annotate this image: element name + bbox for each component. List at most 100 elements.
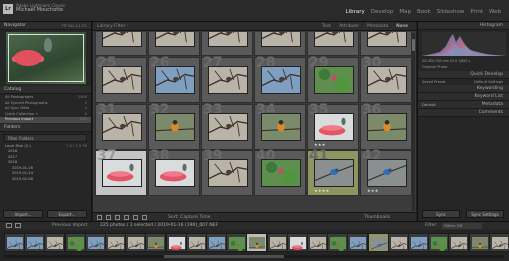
filmstrip-thumb[interactable] [44, 233, 66, 252]
grid-cell[interactable]: 34 [254, 102, 306, 150]
grid-cell[interactable]: 37 [95, 148, 147, 196]
filmstrip-thumb[interactable] [286, 233, 308, 252]
filmstrip-thumb[interactable] [347, 233, 369, 252]
filmstrip-thumb[interactable] [246, 233, 268, 252]
module-library[interactable]: Library [346, 9, 365, 15]
grid-cell[interactable]: 32 [148, 102, 200, 150]
second-window-icon[interactable] [6, 223, 12, 228]
grid-thumbnail[interactable] [208, 113, 248, 141]
filmstrip-scrollbar-knob[interactable] [164, 255, 284, 258]
grid-thumbnail[interactable] [208, 66, 248, 94]
grid-cell[interactable] [307, 32, 359, 56]
keyword-list-header[interactable]: Keyword List [418, 93, 509, 101]
filmstrip-thumb[interactable] [165, 233, 187, 252]
grid-cell[interactable]: 25 [95, 55, 147, 103]
grid-cell[interactable] [148, 32, 200, 56]
filmstrip-thumb[interactable] [266, 233, 288, 252]
grid-thumbnail[interactable] [102, 32, 142, 47]
grid-scrollbar[interactable] [412, 33, 415, 211]
navigator-zoom-options[interactable]: FIT FILL 1:1 3:1 [62, 22, 87, 30]
filmstrip-thumb[interactable] [226, 233, 248, 252]
filmstrip-thumb[interactable] [125, 233, 147, 252]
library-filter-text[interactable]: Text [322, 22, 331, 31]
grid-cell[interactable]: 42 ★★★ [360, 148, 412, 196]
star-rating[interactable]: ★★★ [367, 188, 379, 193]
filmstrip-thumb[interactable] [387, 233, 409, 252]
grid-thumbnail[interactable] [367, 159, 407, 187]
survey-view-icon[interactable] [124, 215, 129, 220]
keywording-header[interactable]: Keywording [418, 85, 509, 93]
grid-thumbnail[interactable] [261, 32, 301, 47]
filter-folders-field[interactable]: Filter Folders [4, 133, 87, 142]
grid-thumbnail[interactable] [155, 66, 195, 94]
filmstrip-thumb[interactable] [24, 233, 46, 252]
filmstrip-thumb[interactable] [4, 233, 25, 252]
filmstrip-thumb[interactable] [145, 233, 167, 252]
grid-cell[interactable]: 39 [201, 148, 253, 196]
grid-thumbnail[interactable] [367, 32, 407, 47]
folder-item[interactable]: 2019-02-08 [0, 177, 91, 183]
comments-header[interactable]: Comments [418, 109, 509, 117]
grid-cell[interactable]: 41 ★★★★ [307, 148, 359, 196]
filmstrip-thumb[interactable] [84, 233, 106, 252]
library-filter-metadata[interactable]: Metadata [367, 22, 388, 31]
filmstrip-thumb[interactable] [428, 233, 450, 252]
sync-settings-button[interactable]: Sync Settings [466, 210, 504, 218]
filmstrip-thumb[interactable] [408, 233, 429, 252]
grid-thumbnail[interactable] [155, 32, 195, 47]
grid-thumbnail[interactable] [314, 113, 354, 141]
grid-cell[interactable] [254, 32, 306, 56]
catalog-header[interactable]: Catalog [0, 86, 91, 94]
grid-cell[interactable]: 36 [360, 102, 412, 150]
filmstrip-source[interactable]: Previous Import [52, 222, 87, 230]
metadata-preset[interactable]: Default [422, 101, 436, 109]
grid-cell[interactable]: 30 [360, 55, 412, 103]
grid-thumbnail[interactable] [367, 113, 407, 141]
saved-preset-row[interactable]: Saved Preset Default Settings [418, 79, 509, 85]
grid-thumbnail[interactable] [155, 113, 195, 141]
people-view-icon[interactable] [133, 215, 138, 220]
grid-scrollbar-knob[interactable] [412, 39, 415, 51]
grid-cell[interactable]: 26 [148, 55, 200, 103]
filmstrip-thumb[interactable] [468, 233, 490, 252]
grid-view-icon[interactable] [97, 215, 102, 220]
folders-header[interactable]: Folders [0, 123, 91, 132]
grid-cell[interactable]: 33 [201, 102, 253, 150]
sync-button[interactable]: Sync [422, 210, 460, 218]
module-develop[interactable]: Develop [371, 9, 394, 15]
grid-cell[interactable]: 29 [307, 55, 359, 103]
navigator-preview[interactable] [6, 32, 86, 84]
grid-cell[interactable] [201, 32, 253, 56]
grid-thumbnail[interactable] [261, 113, 301, 141]
grid-icon[interactable] [15, 223, 21, 228]
module-slideshow[interactable]: Slideshow [437, 9, 465, 15]
library-filter-none[interactable]: None [396, 22, 408, 31]
filmstrip-thumb[interactable] [206, 233, 227, 252]
module-web[interactable]: Web [489, 9, 501, 15]
grid-thumbnail[interactable] [367, 66, 407, 94]
filmstrip-thumb[interactable] [367, 233, 389, 252]
library-filter-attribute[interactable]: Attribute [339, 22, 359, 31]
filmstrip-thumb[interactable] [307, 233, 328, 252]
loupe-view-icon[interactable] [106, 215, 111, 220]
filmstrip-thumb[interactable] [488, 233, 509, 252]
module-book[interactable]: Book [417, 9, 431, 15]
grid-thumbnail[interactable] [261, 159, 301, 187]
grid-thumbnail[interactable] [102, 159, 142, 187]
filmstrip-scrollbar[interactable] [4, 255, 504, 258]
grid-thumbnail[interactable] [102, 113, 142, 141]
import-button[interactable]: Import... [3, 210, 43, 218]
quick-develop-header[interactable]: Quick Develop [418, 71, 509, 79]
star-rating[interactable]: ★★★ [314, 142, 326, 147]
grid-cell[interactable]: 27 [201, 55, 253, 103]
filmstrip-thumb[interactable] [64, 233, 86, 252]
export-button[interactable]: Export... [47, 210, 87, 218]
painter-icon[interactable] [142, 215, 147, 220]
filmstrip-thumb[interactable] [185, 233, 207, 252]
grid-cell[interactable] [360, 32, 412, 56]
navigator-header[interactable]: Navigator FIT FILL 1:1 3:1 [0, 22, 91, 30]
grid-thumbnail[interactable] [314, 32, 354, 47]
grid-thumbnail[interactable] [208, 32, 248, 47]
grid-thumbnail[interactable] [208, 159, 248, 187]
grid-cell[interactable]: 28 [254, 55, 306, 103]
